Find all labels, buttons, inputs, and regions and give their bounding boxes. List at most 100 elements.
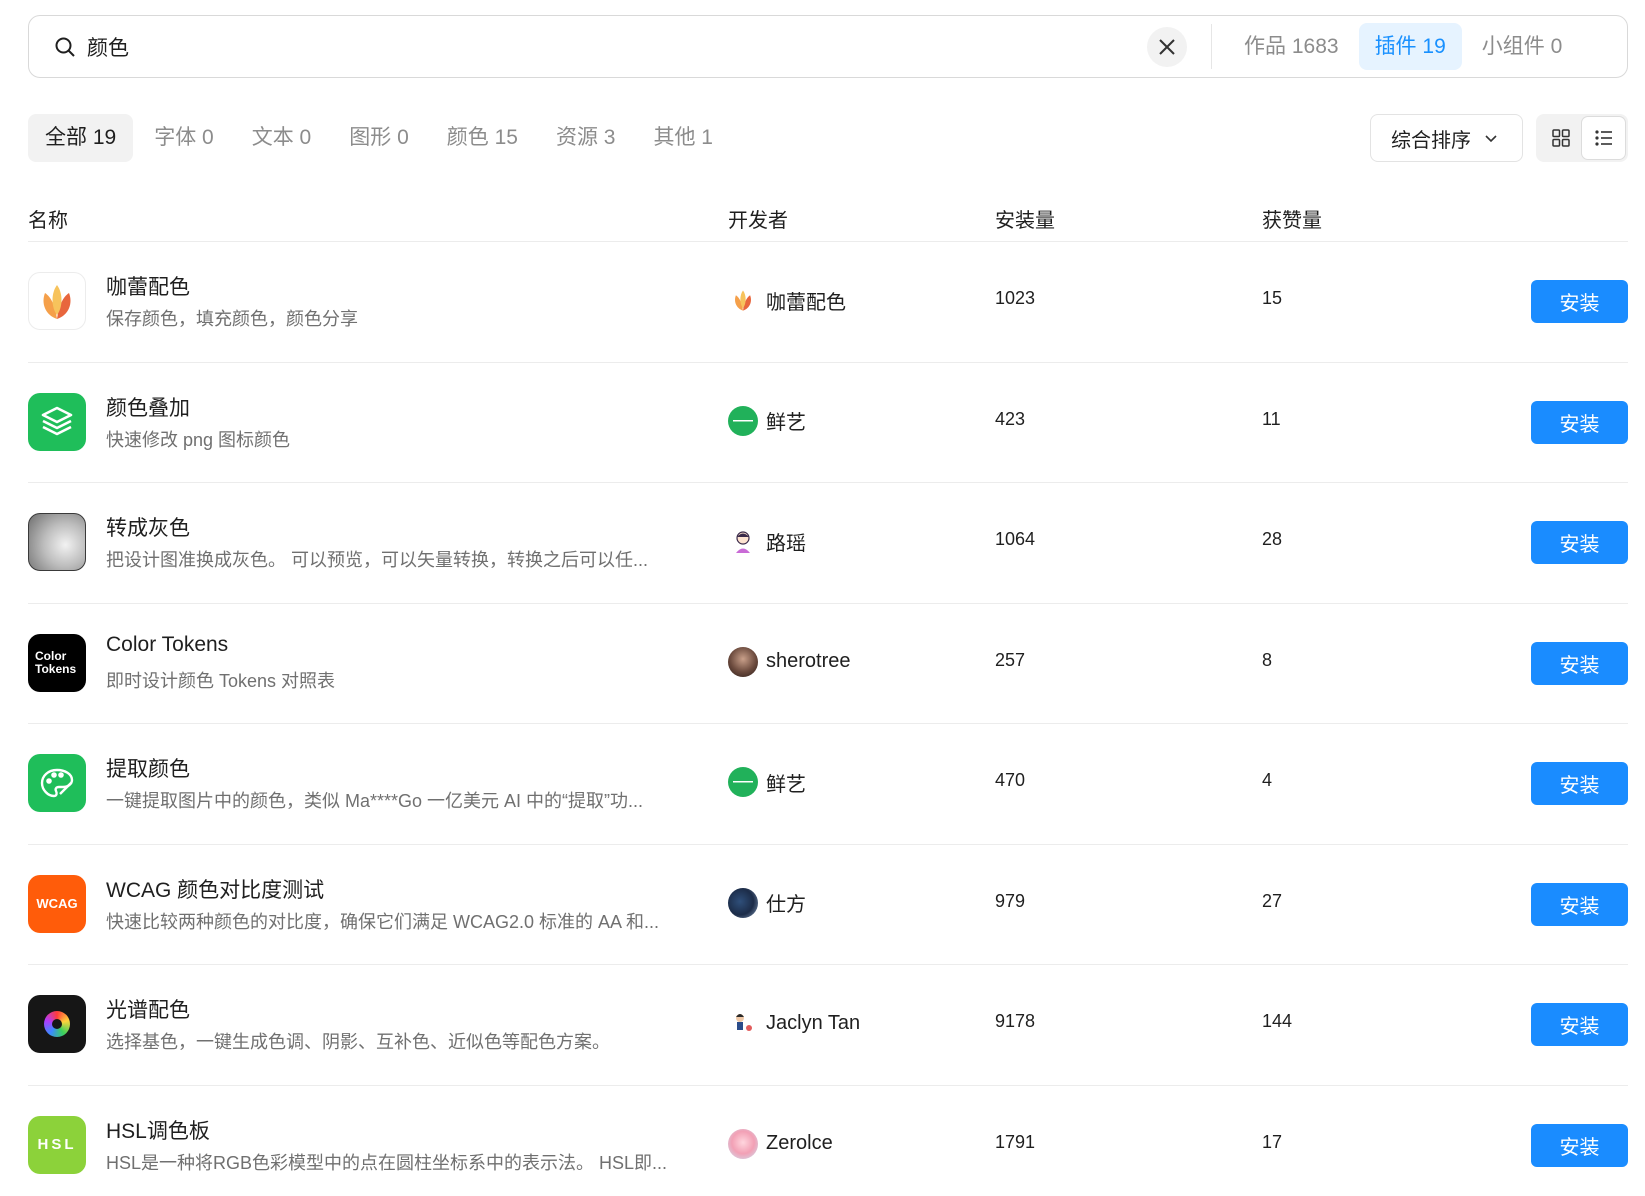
photo-avatar [728, 887, 758, 918]
close-icon [1159, 38, 1175, 55]
table-row[interactable]: 咖蕾配色 保存颜色，填充颜色，颜色分享 咖蕾配色 1023 15 安装 [28, 242, 1628, 363]
developer[interactable]: 仕方 [728, 887, 806, 918]
filter-text[interactable]: 文本 0 [235, 114, 329, 162]
install-button[interactable]: 安装 [1531, 400, 1628, 444]
developer[interactable]: 鲜艺 [728, 405, 806, 436]
tab-plugins[interactable]: 插件 19 [1358, 23, 1462, 70]
developer[interactable]: 咖蕾配色 [728, 285, 846, 315]
plugin-description: 快速比较两种颜色的对比度，确保它们满足 WCAG2.0 标准的 AA 和... [106, 911, 660, 932]
like-count: 15 [1262, 288, 1283, 308]
color-tokens-icon: Color Tokens [28, 633, 86, 692]
table-row[interactable]: HSL HSL调色板 HSL是一种将RGB色彩模型中的点在圆柱坐标系中的表示法。… [28, 1086, 1628, 1196]
developer[interactable]: Zerolce [728, 1128, 833, 1159]
developer[interactable]: Jaclyn Tan [728, 1008, 860, 1038]
grid-view-button[interactable] [1539, 117, 1582, 159]
like-count: 17 [1262, 1131, 1283, 1152]
like-count: 27 [1262, 890, 1283, 911]
install-count: 423 [995, 408, 1026, 429]
like-count: 4 [1262, 770, 1273, 790]
tab-widgets[interactable]: 小组件 0 [1466, 23, 1579, 70]
icon-text: HSL [37, 1136, 77, 1153]
table-row[interactable]: 转成灰色 把设计图准换成灰色。 可以预览，可以矢量转换，转换之后可以任... 路… [28, 483, 1628, 604]
filter-font[interactable]: 字体 0 [137, 114, 231, 162]
search-icon [55, 37, 75, 57]
install-button[interactable]: 安装 [1531, 641, 1628, 685]
install-count: 1791 [995, 1131, 1036, 1152]
gray-gradient-icon [28, 513, 86, 571]
spectrum-icon [28, 995, 86, 1053]
icon-text: WCAG [36, 896, 78, 911]
developer[interactable]: 鲜艺 [728, 767, 806, 797]
scope-tabs: 作品 1683 插件 19 小组件 0 [1228, 23, 1578, 70]
header-name: 名称 [28, 210, 68, 232]
table-row[interactable]: WCAG WCAG 颜色对比度测试 快速比较两种颜色的对比度，确保它们满足 WC… [28, 845, 1628, 965]
plugin-name[interactable]: 颜色叠加 [106, 392, 190, 422]
header-developer: 开发者 [728, 210, 788, 232]
search-input[interactable] [87, 34, 1147, 59]
developer[interactable]: 路瑶 [728, 526, 806, 556]
filter-shape[interactable]: 图形 0 [332, 114, 426, 162]
install-button[interactable]: 安装 [1531, 882, 1628, 926]
developer[interactable]: sherotree [728, 646, 851, 677]
header-installs: 安装量 [995, 210, 1055, 232]
sort-dropdown[interactable]: 综合排序 [1370, 114, 1523, 162]
like-count: 11 [1262, 408, 1281, 429]
table-row[interactable]: 颜色叠加 快速修改 png 图标颜色 鲜艺 423 11 安装 [28, 363, 1628, 483]
plugin-description: 把设计图准换成灰色。 可以预览，可以矢量转换，转换之后可以任... [106, 550, 649, 570]
install-count: 257 [995, 649, 1026, 670]
developer-name: 咖蕾配色 [766, 291, 846, 314]
table-row[interactable]: Color Tokens Color Tokens 即时设计颜色 Tokens … [28, 604, 1628, 724]
plugin-name[interactable]: WCAG 颜色对比度测试 [106, 874, 324, 904]
filter-color[interactable]: 颜色 15 [430, 114, 535, 162]
plugin-description: 快速修改 png 图标颜色 [106, 429, 291, 450]
view-toggle [1536, 114, 1628, 162]
like-count: 28 [1262, 529, 1283, 549]
fresh-art-avatar [728, 767, 758, 797]
install-button[interactable]: 安装 [1531, 280, 1628, 323]
plugin-list: 咖蕾配色 保存颜色，填充颜色，颜色分享 咖蕾配色 1023 15 安装 颜色叠加… [28, 242, 1628, 1196]
install-button[interactable]: 安装 [1531, 1003, 1628, 1046]
plugin-description: 选择基色，一键生成色调、阴影、互补色、近似色等配色方案。 [106, 1032, 610, 1052]
chevron-down-icon [1485, 135, 1497, 143]
header-likes: 获赞量 [1262, 210, 1322, 232]
table-row[interactable]: 提取颜色 一键提取图片中的颜色，类似 Ma****Go 一亿美元 AI 中的“提… [28, 724, 1628, 845]
table-header: 名称 开发者 安装量 获赞量 [28, 198, 1628, 242]
list-view-button[interactable] [1582, 117, 1625, 159]
photo-avatar [728, 1128, 758, 1159]
plugin-name[interactable]: HSL调色板 [106, 1115, 210, 1145]
plugin-name[interactable]: 提取颜色 [106, 753, 190, 783]
developer-name: 仕方 [766, 894, 806, 916]
icon-text: Tokens [35, 661, 77, 676]
like-count: 8 [1262, 649, 1273, 670]
plugin-name[interactable]: Color Tokens [106, 633, 228, 657]
plugin-name[interactable]: 咖蕾配色 [106, 271, 190, 301]
sort-label: 综合排序 [1391, 129, 1471, 152]
install-count: 9178 [995, 1011, 1036, 1031]
tulip-avatar [728, 285, 758, 315]
tulip-icon [28, 272, 86, 330]
plugin-name[interactable]: 转成灰色 [106, 512, 190, 542]
install-button[interactable]: 安装 [1531, 1123, 1628, 1167]
clear-search-button[interactable] [1147, 26, 1187, 67]
developer-name: Jaclyn Tan [766, 1011, 861, 1034]
tab-works[interactable]: 作品 1683 [1228, 23, 1355, 70]
layers-icon [28, 392, 86, 451]
table-row[interactable]: 光谱配色 选择基色，一键生成色调、阴影、互补色、近似色等配色方案。 Jaclyn… [28, 965, 1628, 1086]
plugin-name[interactable]: 光谱配色 [106, 994, 190, 1024]
photo-avatar [728, 646, 758, 677]
install-count: 1064 [995, 529, 1036, 549]
search-bar: 作品 1683 插件 19 小组件 0 [28, 15, 1628, 78]
hsl-icon: HSL [28, 1115, 86, 1174]
install-count: 1023 [995, 288, 1036, 308]
plugin-description: 即时设计颜色 Tokens 对照表 [106, 670, 336, 691]
plugin-description: HSL是一种将RGB色彩模型中的点在圆柱坐标系中的表示法。 HSL即... [106, 1152, 668, 1173]
person-avatar [728, 526, 758, 556]
wcag-icon: WCAG [28, 874, 86, 933]
install-button[interactable]: 安装 [1531, 762, 1628, 805]
filter-resource[interactable]: 资源 3 [539, 114, 633, 162]
filter-other[interactable]: 其他 1 [636, 114, 730, 162]
developer-name: 鲜艺 [766, 412, 806, 434]
filter-all[interactable]: 全部 19 [28, 114, 134, 162]
install-button[interactable]: 安装 [1531, 521, 1628, 564]
fresh-art-avatar [728, 405, 758, 436]
